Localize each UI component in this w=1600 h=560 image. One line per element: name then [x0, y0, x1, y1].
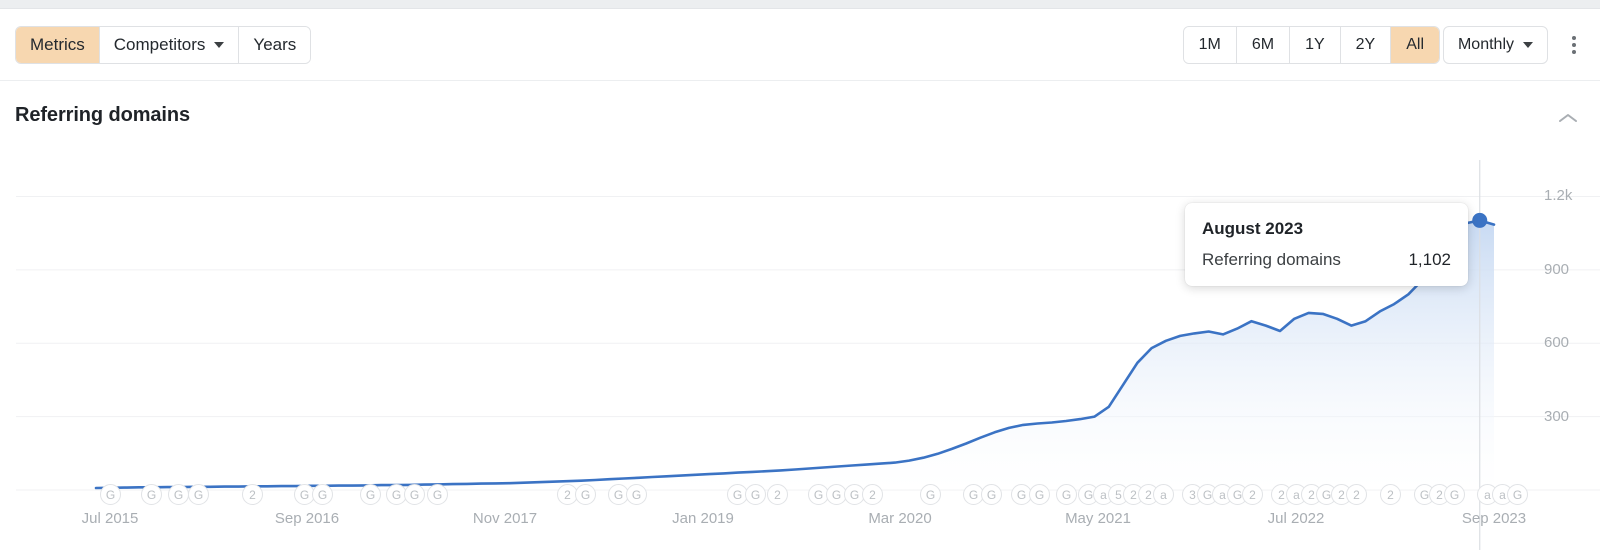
event-marker[interactable]: G	[1444, 484, 1465, 505]
y-axis-tick-0: 300	[1544, 407, 1570, 425]
event-marker[interactable]: G	[1507, 484, 1528, 505]
x-axis-tick-1: Sep 2016	[274, 510, 340, 527]
x-axis-tick-3: Jan 2019	[672, 510, 734, 527]
tab-metrics[interactable]: Metrics	[16, 27, 100, 63]
range-1y[interactable]: 1Y	[1290, 27, 1341, 63]
granularity-dropdown[interactable]: Monthly	[1442, 26, 1548, 64]
event-marker[interactable]: G	[626, 484, 647, 505]
event-marker[interactable]: G	[1029, 484, 1050, 505]
chart-widget: Metrics Competitors Years 1M 6M 1Y 2Y Al…	[0, 0, 1600, 560]
range-1m-label: 1M	[1198, 36, 1221, 53]
tab-competitors-label: Competitors	[113, 35, 206, 54]
window-top-strip	[0, 0, 1600, 8]
event-marker[interactable]: G	[141, 484, 162, 505]
event-marker[interactable]: G	[981, 484, 1002, 505]
range-all-label: All	[1406, 36, 1424, 53]
event-marker[interactable]: G	[427, 484, 448, 505]
range-2y-label: 2Y	[1355, 36, 1376, 53]
section-header: Referring domains	[0, 82, 1600, 150]
tooltip-metric-value: 1,102	[1408, 250, 1451, 269]
event-marker[interactable]: G	[188, 484, 209, 505]
range-all[interactable]: All	[1391, 27, 1439, 63]
event-marker[interactable]: G	[312, 484, 333, 505]
event-marker[interactable]: G	[575, 484, 596, 505]
tooltip-title: August 2023	[1202, 219, 1304, 238]
x-axis-tick-6: Jul 2022	[1267, 510, 1325, 527]
event-marker[interactable]: G	[360, 484, 381, 505]
event-marker[interactable]: 2	[1380, 484, 1401, 505]
granularity-label: Monthly	[1457, 36, 1514, 53]
event-marker[interactable]: G	[168, 484, 189, 505]
range-2y[interactable]: 2Y	[1340, 27, 1392, 63]
event-marker[interactable]: 2	[862, 484, 883, 505]
view-tab-group: Metrics Competitors Years	[15, 26, 312, 64]
range-1y-label: 1Y	[1305, 36, 1325, 53]
date-range-group: 1M 6M 1Y 2Y All	[1182, 26, 1440, 64]
event-marker[interactable]: 2	[1242, 484, 1263, 505]
x-axis-tick-2: Nov 2017	[472, 510, 538, 527]
tab-years-label: Years	[253, 35, 297, 54]
chevron-down-icon	[214, 42, 225, 48]
tooltip-metric-row: Referring domains 1,102	[1202, 250, 1451, 270]
tab-competitors[interactable]: Competitors	[99, 27, 240, 63]
range-1m[interactable]: 1M	[1183, 27, 1237, 63]
range-6m-label: 6M	[1251, 36, 1275, 53]
x-axis-tick-0: Jul 2015	[81, 510, 139, 527]
y-axis-tick-2: 900	[1544, 260, 1570, 278]
chevron-up-icon[interactable]	[1558, 112, 1578, 124]
y-axis-tick-3: 1.2k	[1544, 187, 1573, 205]
event-marker[interactable]: G	[1056, 484, 1077, 505]
tab-years[interactable]: Years	[239, 27, 311, 63]
tab-metrics-label: Metrics	[30, 35, 85, 54]
event-marker[interactable]: a	[1153, 484, 1174, 505]
event-marker[interactable]: G	[100, 484, 121, 505]
event-marker[interactable]: 2	[242, 484, 263, 505]
event-marker[interactable]: G	[404, 484, 425, 505]
range-6m[interactable]: 6M	[1236, 27, 1291, 63]
y-axis-tick-1: 600	[1544, 334, 1570, 352]
x-axis-tick-5: May 2021	[1065, 510, 1131, 527]
kebab-menu-icon[interactable]	[1562, 33, 1586, 57]
chart-tooltip: August 2023 Referring domains 1,102	[1185, 203, 1468, 286]
tooltip-metric-label: Referring domains	[1202, 250, 1341, 269]
event-marker[interactable]: 2	[1346, 484, 1367, 505]
event-marker[interactable]: G	[920, 484, 941, 505]
chart-toolbar: Metrics Competitors Years 1M 6M 1Y 2Y Al…	[0, 9, 1600, 81]
chevron-down-icon	[1523, 42, 1533, 48]
event-marker[interactable]: G	[745, 484, 766, 505]
event-marker[interactable]: 2	[767, 484, 788, 505]
page-title: Referring domains	[15, 104, 190, 126]
x-axis-tick-4: Mar 2020	[868, 510, 932, 527]
x-axis-tick-7: Sep 2023	[1461, 510, 1527, 527]
